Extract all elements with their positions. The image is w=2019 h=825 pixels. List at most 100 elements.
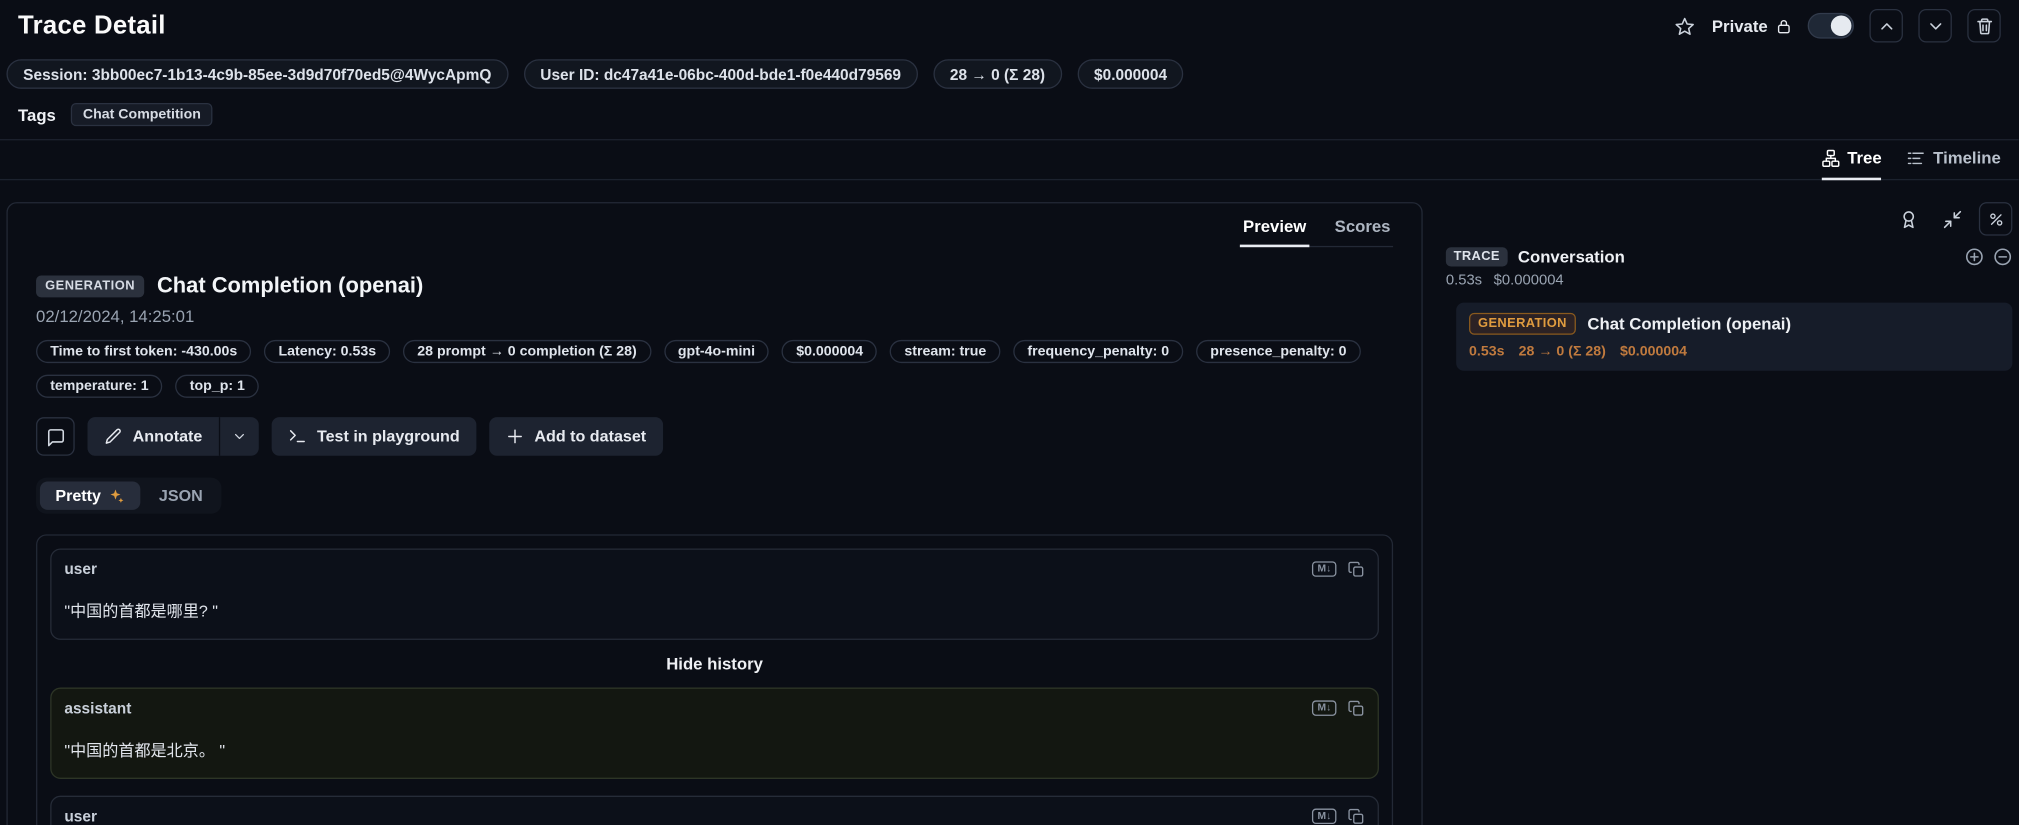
badge-model[interactable]: gpt-4o-mini [664,340,769,363]
message-content: "中国的首都是北京。 " [64,736,1364,760]
show-scores-button[interactable] [1891,202,1924,235]
star-icon [1675,16,1694,35]
observation-title: Chat Completion (openai) [157,273,423,299]
trace-detail-page: Trace Detail Private Session: 3bb00ec7-1… [0,0,2019,825]
generation-node-row-selected[interactable]: GENERATION Chat Completion (openai) 0.53… [1456,303,2012,371]
observation-tabs: Preview Scores [1240,211,1393,247]
annotate-button[interactable]: Annotate [88,417,220,456]
public-private-toggle[interactable] [1808,13,1854,39]
message-role: user [64,560,97,578]
generation-type-badge: GENERATION [36,275,144,297]
badge-frequency-penalty: frequency_penalty: 0 [1013,340,1183,363]
award-icon [1898,209,1917,228]
copy-icon[interactable] [1348,561,1365,578]
tab-timeline-label: Timeline [1933,148,2001,167]
collapse-icon [1942,209,1961,228]
trace-latency: 0.53s [1446,273,1482,288]
trace-cost: $0.000004 [1494,273,1564,288]
copy-icon[interactable] [1348,700,1365,717]
markdown-toggle-icon[interactable]: M↓ [1312,809,1336,824]
generation-node-badge: GENERATION [1469,313,1576,335]
markdown-toggle-icon[interactable]: M↓ [1312,561,1336,576]
next-trace-button[interactable] [1918,9,1951,42]
message-role: assistant [64,699,131,717]
observation-detail-card: Preview Scores GENERATION Chat Completio… [6,202,1422,825]
observation-timestamp: 02/12/2024, 14:25:01 [36,306,1393,325]
session-badge[interactable]: Session: 3bb00ec7-1b13-4c9b-85ee-3d9d70f… [6,59,508,89]
add-to-dataset-button[interactable]: Add to dataset [489,417,663,456]
timeline-icon [1907,149,1925,167]
page-title: Trace Detail [18,11,166,41]
badge-stream: stream: true [890,340,1000,363]
generation-node-title: Chat Completion (openai) [1587,314,1791,333]
trace-tree-panel: TRACE Conversation 0.53s $0.000004 GENER… [1446,202,2013,371]
badge-presence-penalty: presence_penalty: 0 [1196,340,1361,363]
visibility-label: Private [1712,16,1792,35]
generation-node-metrics: 0.53s 28 → 0 (Σ 28) $0.000004 [1469,344,1999,359]
expand-all-icon[interactable] [1965,247,1984,266]
badge-time-to-first-token: Time to first token: -430.00s [36,340,251,363]
tab-tree[interactable]: Tree [1821,148,1881,180]
badge-cost: $0.000004 [782,340,877,363]
format-json-option[interactable]: JSON [143,482,218,510]
terminal-icon [289,427,307,445]
node-cost: $0.000004 [1620,344,1687,359]
tag-chip[interactable]: Chat Competition [71,103,212,126]
observation-header: GENERATION Chat Completion (openai) [36,273,1393,299]
user-id-badge[interactable]: User ID: dc47a41e-06bc-400d-bde1-f0e440d… [524,59,918,89]
sparkles-icon [109,487,126,504]
trace-metrics: 0.53s $0.000004 [1446,273,2013,288]
trace-meta-row: Session: 3bb00ec7-1b13-4c9b-85ee-3d9d70f… [0,49,2019,89]
tab-timeline[interactable]: Timeline [1907,148,2000,180]
messages-container: user M↓ "中国的首都是哪里? " Hide history assist… [36,534,1393,825]
message-user-1: user M↓ "中国的首都是哪里? " [50,548,1379,639]
chevron-down-icon [232,429,247,444]
collapse-all-button[interactable] [1935,202,1968,235]
cost-badge: $0.000004 [1077,59,1184,89]
tab-scores[interactable]: Scores [1332,211,1393,247]
badge-token-counts: 28 prompt → 0 completion (Σ 28) [403,340,651,363]
node-tokens: 28 → 0 (Σ 28) [1519,344,1606,359]
main-area: Preview Scores GENERATION Chat Completio… [0,180,2019,825]
bookmark-star-button[interactable] [1672,14,1696,38]
observation-badges: Time to first token: -430.00s Latency: 0… [36,340,1375,398]
annotate-split-button: Annotate [88,417,259,456]
copy-icon[interactable] [1348,808,1365,825]
tags-label: Tags [18,105,56,124]
badge-temperature: temperature: 1 [36,375,163,398]
lock-icon [1775,17,1792,34]
annotate-label: Annotate [133,427,203,445]
badge-top-p: top_p: 1 [176,375,259,398]
message-content: "中国的首都是哪里? " [64,597,1364,621]
previous-trace-button[interactable] [1869,9,1902,42]
percent-icon [1987,211,2004,228]
tags-row: Tags Chat Competition [0,89,2019,141]
node-latency: 0.53s [1469,344,1504,359]
format-pretty-option[interactable]: Pretty [40,482,141,510]
delete-trace-button[interactable] [1967,9,2000,42]
collapse-all-icon[interactable] [1993,247,2012,266]
page-header: Trace Detail Private [0,0,2019,49]
tab-tree-label: Tree [1847,148,1881,167]
message-role: user [64,807,97,825]
comments-button[interactable] [36,417,75,456]
token-usage-badge: 28 → 0 (Σ 28) [933,59,1062,89]
toggle-metrics-button[interactable] [1979,202,2012,235]
annotate-dropdown-button[interactable] [220,417,259,456]
comment-icon [46,427,65,446]
trace-root-row[interactable]: TRACE Conversation [1446,247,2013,266]
private-text: Private [1712,16,1768,35]
message-user-2: user M↓ "谢谢" [50,796,1379,825]
view-tabs: Tree Timeline [0,140,2019,180]
test-in-playground-button[interactable]: Test in playground [272,417,477,456]
dataset-label: Add to dataset [534,427,646,445]
observation-actions: Annotate Test in playground Add to datas… [36,417,1393,456]
hide-history-button[interactable]: Hide history [50,640,1379,688]
markdown-toggle-icon[interactable]: M↓ [1312,700,1336,715]
chevron-up-icon [1877,16,1896,35]
chevron-down-icon [1925,16,1944,35]
trace-name: Conversation [1518,247,1625,266]
tab-preview[interactable]: Preview [1240,211,1308,247]
pretty-label: Pretty [55,487,101,505]
pen-icon [104,427,122,445]
